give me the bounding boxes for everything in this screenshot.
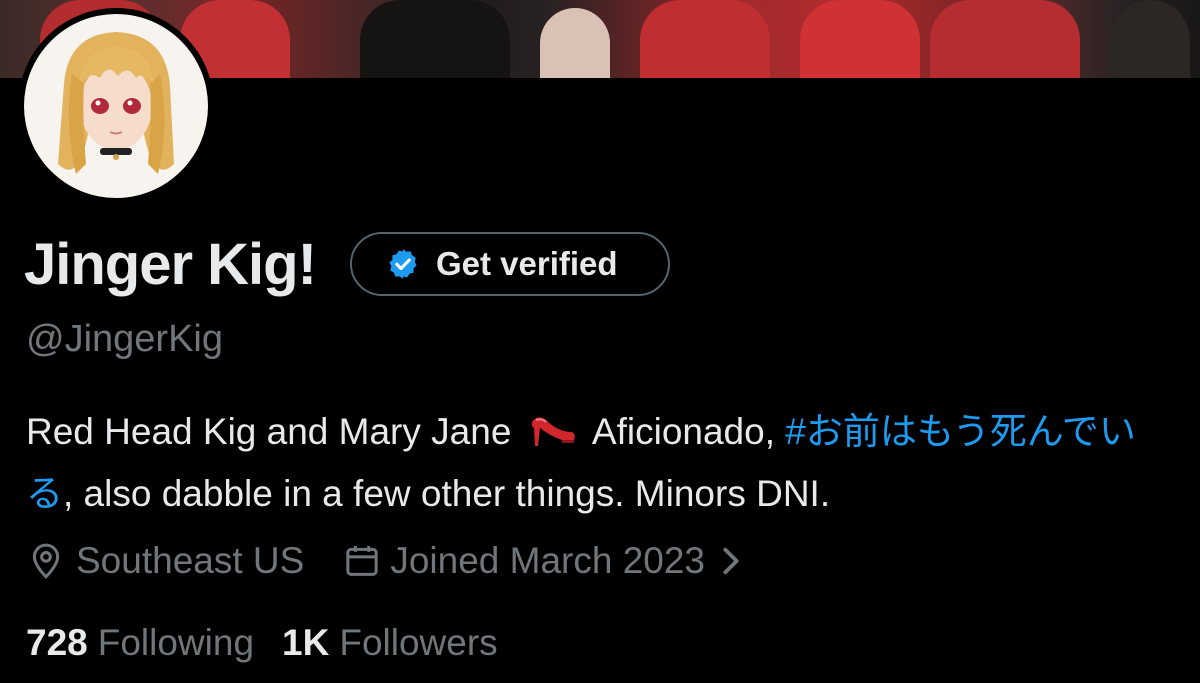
location-text: Southeast US (76, 540, 305, 581)
followers-label: Followers (339, 622, 498, 663)
following-count: 728 (26, 622, 88, 663)
followers-link[interactable]: 1K Followers (282, 622, 498, 664)
joined-text: Joined March 2023 (390, 540, 706, 581)
avatar-image (24, 14, 208, 198)
user-handle: @JingerKig (26, 318, 223, 360)
followers-count: 1K (282, 622, 330, 663)
get-verified-button[interactable]: Get verified (350, 232, 670, 296)
following-link[interactable]: 728 Following (26, 622, 254, 664)
chevron-right-icon (719, 544, 743, 578)
join-date[interactable]: Joined March 2023 (342, 540, 743, 582)
profile-bio: Red Head Kig and Mary Jane Aficionado, #… (26, 404, 1176, 522)
verified-badge-icon (386, 247, 420, 281)
bio-text: , also dabble in a few other things. Min… (63, 473, 831, 514)
location: Southeast US (26, 540, 304, 582)
profile-page: Jinger Kig! Get verified @JingerKig Red … (0, 0, 1200, 683)
calendar-icon (342, 541, 382, 581)
avatar[interactable] (18, 8, 214, 204)
follow-stats: 728 Following 1K Followers (26, 620, 498, 666)
profile-meta: Southeast US Joined March 2023 (26, 538, 743, 584)
get-verified-label: Get verified (436, 245, 618, 282)
location-pin-icon (26, 541, 66, 581)
high-heel-icon (528, 406, 578, 466)
following-label: Following (97, 622, 255, 663)
display-name: Jinger Kig! (24, 232, 317, 297)
bio-text: Red Head Kig and Mary Jane (26, 411, 512, 452)
bio-text: Aficionado, (591, 411, 775, 452)
